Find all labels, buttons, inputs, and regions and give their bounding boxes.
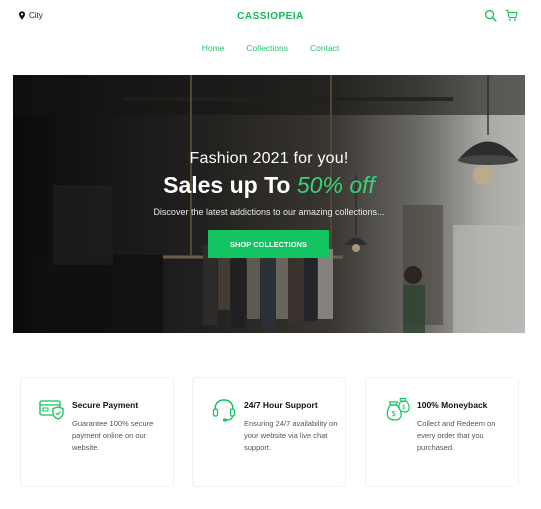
money-bag-icon: $ $ <box>386 398 410 421</box>
feature-description: Collect and Redeem on every order that y… <box>417 419 496 452</box>
feature-card-moneyback: $ $ 100% Moneyback Collect and Redeem on… <box>365 377 519 487</box>
svg-text:$: $ <box>391 409 396 418</box>
hero-subtitle: Discover the latest addictions to our am… <box>153 207 385 217</box>
feature-card-support: 24/7 Hour Support Ensuring 24/7 availabi… <box>192 377 346 487</box>
svg-text:$: $ <box>402 404 406 411</box>
nav-collections[interactable]: Collections <box>246 43 288 53</box>
hero-title-accent: 50% off <box>296 172 375 198</box>
feature-description: Guarantee 100% secure payment online on … <box>72 419 154 452</box>
hero-background-image <box>13 75 525 333</box>
main-nav: Home Collections Contact <box>0 43 541 53</box>
feature-title: 24/7 Hour Support <box>244 400 318 410</box>
header-icons <box>484 9 518 22</box>
headset-icon <box>212 399 236 422</box>
feature-title: Secure Payment <box>72 400 139 410</box>
feature-card-secure-payment: Secure Payment Guarantee 100% secure pay… <box>20 377 174 487</box>
hero-banner: Fashion 2021 for you! Sales up To 50% of… <box>13 75 525 333</box>
nav-home[interactable]: Home <box>202 43 225 53</box>
feature-title: 100% Moneyback <box>417 400 488 410</box>
hero-big-title: Sales up To 50% off <box>13 172 525 199</box>
shop-collections-button[interactable]: SHOP COLLECTIONS <box>208 230 329 258</box>
feature-description: Ensuring 24/7 availability on your websi… <box>244 419 338 452</box>
hero-title-prefix: Sales up To <box>163 172 291 198</box>
nav-contact[interactable]: Contact <box>310 43 339 53</box>
top-bar: City CASSIOPEIA <box>0 0 541 36</box>
cart-icon[interactable] <box>505 9 518 22</box>
card-shield-icon <box>39 400 64 420</box>
brand-logo[interactable]: CASSIOPEIA <box>0 11 541 22</box>
search-icon[interactable] <box>484 9 497 22</box>
hero-small-title: Fashion 2021 for you! <box>189 150 349 167</box>
